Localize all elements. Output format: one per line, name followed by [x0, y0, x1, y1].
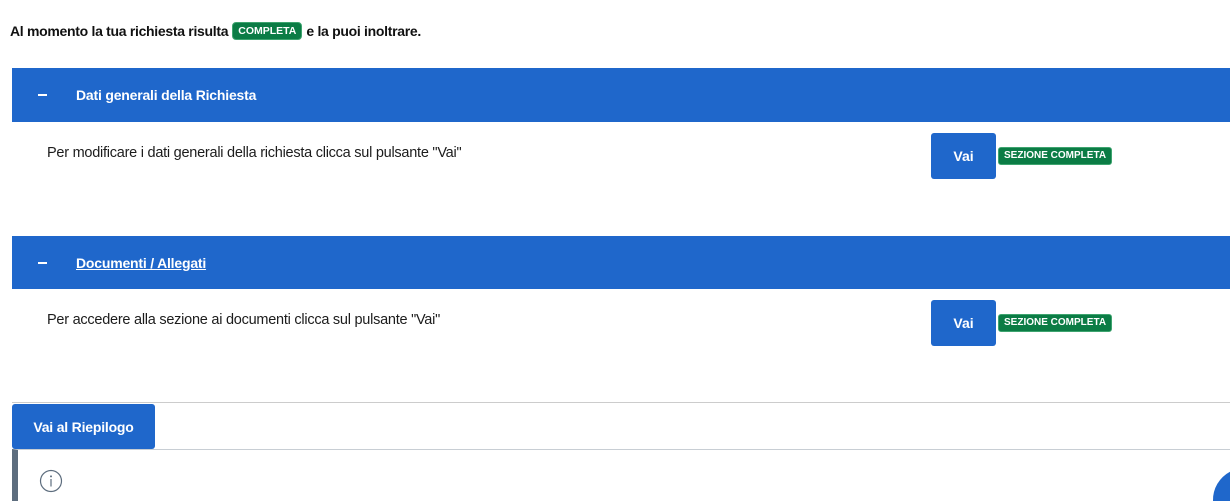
section-status-badge: SEZIONE COMPLETA — [998, 147, 1113, 165]
accordion-header-documenti[interactable]: Documenti / Allegati — [12, 236, 1230, 289]
accordion-body-dati-generali: Per modificare i dati generali della ric… — [12, 122, 1230, 236]
section-title-documenti-link[interactable]: Documenti / Allegati — [76, 254, 206, 272]
info-circle-icon — [39, 469, 63, 493]
section-description: Per accedere alla sezione ai documenti c… — [47, 312, 440, 328]
section-status-badge: SEZIONE COMPLETA — [998, 314, 1113, 332]
floating-action-button[interactable] — [1208, 466, 1230, 501]
vai-button-dati-generali[interactable]: Vai — [931, 133, 996, 179]
request-status-message: Al momento la tua richiesta risulta COMP… — [10, 21, 421, 41]
status-suffix: e la puoi inoltrare. — [306, 23, 421, 39]
section-title-dati-generali: Dati generali della Richiesta — [76, 87, 257, 103]
accordion-body-documenti: Per accedere alla sezione ai documenti c… — [12, 289, 1230, 403]
vai-button-documenti[interactable]: Vai — [931, 300, 996, 346]
status-badge: COMPLETA — [232, 22, 303, 40]
minus-icon[interactable] — [38, 261, 47, 264]
minus-icon[interactable] — [38, 94, 47, 96]
vai-al-riepilogo-button[interactable]: Vai al Riepilogo — [12, 404, 155, 449]
section-description: Per modificare i dati generali della ric… — [47, 145, 462, 161]
status-prefix: Al momento la tua richiesta risulta — [10, 23, 229, 39]
info-alert-box — [12, 449, 1230, 501]
accordion-header-dati-generali[interactable]: Dati generali della Richiesta — [12, 68, 1230, 122]
